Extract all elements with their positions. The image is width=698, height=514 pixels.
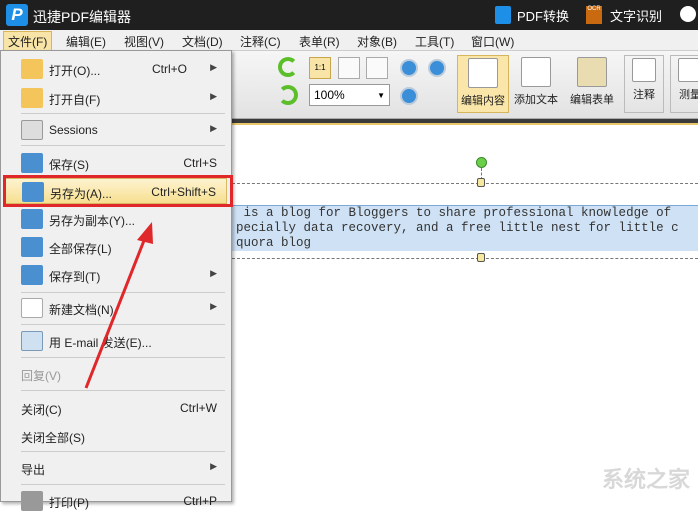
- arrow-head-icon: [137, 222, 153, 244]
- arrow-shaft: [84, 237, 147, 389]
- annotation-arrow: [84, 222, 153, 389]
